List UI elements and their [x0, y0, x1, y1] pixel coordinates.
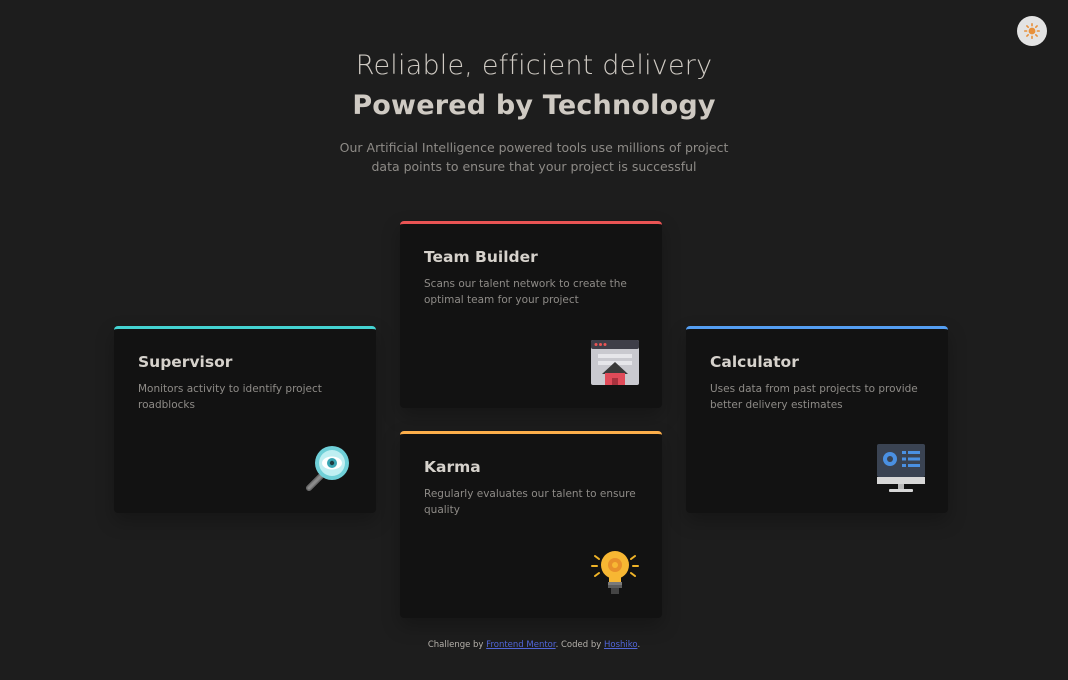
sun-icon [1024, 23, 1040, 39]
card-team-builder: Team Builder Scans our talent network to… [400, 221, 662, 408]
browser-house-icon [591, 340, 639, 385]
footer-suffix: . [637, 640, 641, 650]
hero-subtitle: Reliable, efficient delivery [355, 50, 713, 81]
lightbulb-icon [591, 551, 639, 594]
hero-section: Reliable, efficient delivery Powered by … [0, 48, 1068, 176]
card-title: Calculator [710, 353, 799, 371]
hero-title: Powered by Technology [352, 90, 716, 121]
monitor-icon [877, 444, 925, 492]
card-description: Uses data from past projects to provide … [710, 383, 918, 411]
author-link[interactable]: Hoshiko [604, 640, 637, 650]
card-supervisor: Supervisor Monitors activity to identify… [114, 326, 376, 513]
theme-toggle-button[interactable] [1017, 16, 1047, 46]
card-calculator: Calculator Uses data from past projects … [686, 326, 948, 513]
card-description: Regularly evaluates our talent to ensure… [424, 488, 636, 516]
footer-middle: . Coded by [555, 640, 604, 650]
page: Reliable, efficient delivery Powered by … [0, 0, 1068, 680]
card-description: Monitors activity to identify project ro… [138, 383, 322, 411]
card-karma: Karma Regularly evaluates our talent to … [400, 431, 662, 618]
card-title: Karma [424, 458, 481, 476]
frontend-mentor-link[interactable]: Frontend Mentor [486, 640, 555, 650]
footer-prefix: Challenge by [427, 640, 487, 650]
magnifier-eye-icon [306, 446, 349, 491]
footer-attribution: Challenge by Frontend Mentor. Coded by H… [0, 640, 1068, 650]
hero-description: Our Artificial Intelligence powered tool… [339, 140, 729, 174]
card-title: Team Builder [424, 248, 538, 266]
card-title: Supervisor [138, 353, 233, 371]
card-description: Scans our talent network to create the o… [424, 278, 627, 306]
